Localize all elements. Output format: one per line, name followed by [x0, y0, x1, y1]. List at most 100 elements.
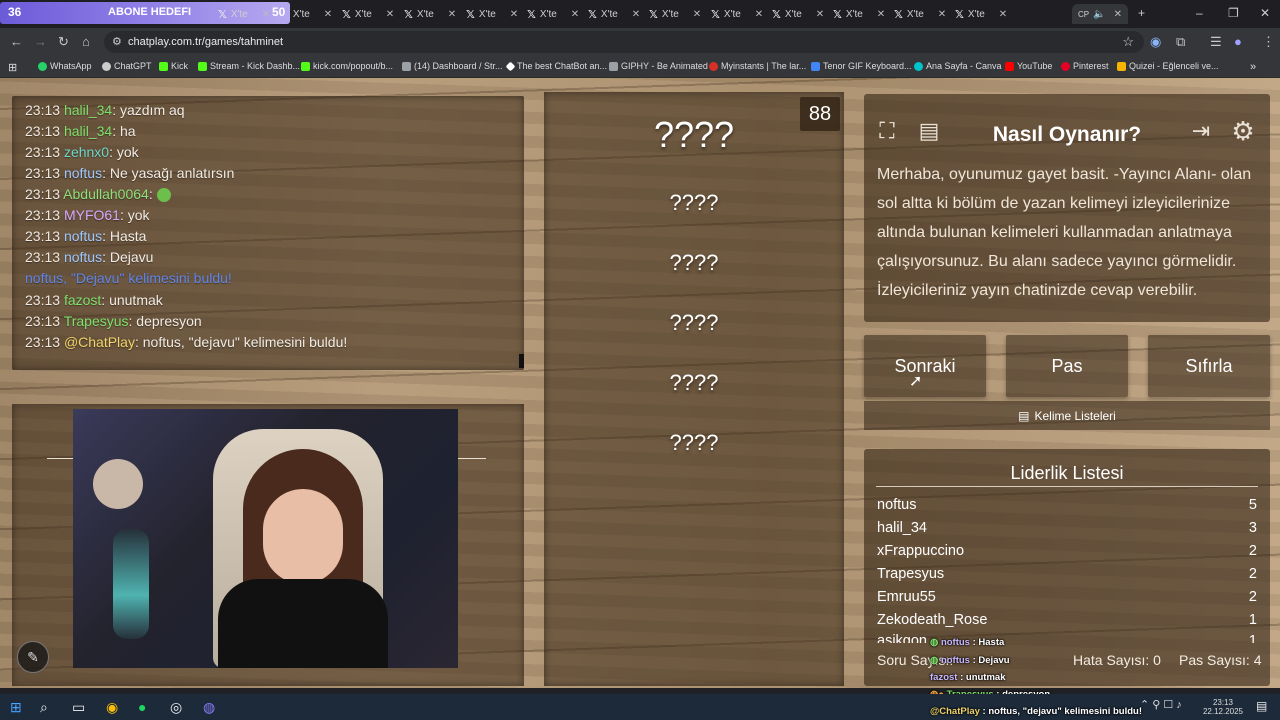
- bookmark-item[interactable]: Tenor GIF Keyboard...: [811, 61, 912, 71]
- home-icon[interactable]: ⌂: [82, 34, 90, 49]
- overlay-chat-line: fazost : unutmak: [930, 672, 1006, 683]
- browser-tab-bar: 36 ABONE HEDEFI 50 𝕏X'te✕ 𝕏X'te✕ 𝕏X'te✕ …: [0, 0, 1280, 28]
- bookmark-item[interactable]: GIPHY - Be Animated: [609, 61, 708, 71]
- apps-grid-icon[interactable]: ⊞: [8, 61, 17, 74]
- clock[interactable]: 23:13 22.12.2025: [1198, 698, 1248, 716]
- browser-tab[interactable]: 𝕏X'te✕: [588, 4, 640, 24]
- close-icon[interactable]: ✕: [324, 9, 332, 20]
- search-icon[interactable]: ⌕: [40, 699, 48, 716]
- restore-icon[interactable]: ❐: [1228, 6, 1239, 20]
- close-icon[interactable]: ✕: [262, 9, 270, 20]
- new-tab-icon[interactable]: +: [1138, 6, 1145, 20]
- task-view-icon[interactable]: ▭: [72, 699, 85, 716]
- leaderboard-row: noftus 5: [877, 497, 1257, 513]
- bookmark-item[interactable]: The best ChatBot an...: [505, 61, 607, 71]
- webcam-feed: [73, 409, 458, 668]
- obs-icon[interactable]: ◎: [170, 699, 182, 716]
- extension-icon[interactable]: ◉: [1150, 34, 1161, 50]
- close-icon[interactable]: ✕: [999, 9, 1007, 20]
- next-button[interactable]: Sonraki: [864, 335, 986, 397]
- close-icon[interactable]: ✕: [938, 9, 946, 20]
- bookmark-item[interactable]: kick.com/popout/b...: [301, 61, 393, 71]
- browser-tab[interactable]: 𝕏X'te✕: [955, 4, 1007, 24]
- countdown-timer: 88: [800, 97, 840, 131]
- sub-goal-count: 36: [8, 5, 22, 19]
- windows-start-icon[interactable]: ⊞: [10, 699, 22, 716]
- leaderboard-row: Trapesyus 2: [877, 566, 1257, 582]
- bookmark-item[interactable]: ChatGPT: [102, 61, 152, 71]
- forbidden-word: ????: [669, 370, 719, 395]
- pen-icon: ✎: [27, 648, 39, 665]
- close-icon[interactable]: ✕: [1114, 9, 1122, 20]
- chat-scrollbar[interactable]: [519, 354, 524, 368]
- close-icon[interactable]: ✕: [632, 9, 640, 20]
- active-tab[interactable]: CP 🔈 ✕: [1072, 4, 1128, 24]
- close-icon[interactable]: ✕: [386, 9, 394, 20]
- bookmark-item[interactable]: (14) Dashboard / Str...: [402, 61, 503, 71]
- close-icon[interactable]: ✕: [510, 9, 518, 20]
- menu-kebab-icon[interactable]: ⋮: [1262, 34, 1275, 50]
- chat-message: 23:13 halil_34: yazdım aq: [25, 102, 185, 118]
- minimize-icon[interactable]: –: [1196, 6, 1203, 20]
- overlay-chat-line: ◍ noftus : Hasta: [930, 637, 1005, 648]
- address-bar[interactable]: ⚙ chatplay.com.tr/games/tahminet ☆: [104, 31, 1144, 53]
- browser-tab[interactable]: 𝕏X'te✕: [833, 4, 885, 24]
- close-icon[interactable]: ✕: [571, 9, 579, 20]
- close-icon[interactable]: ✕: [693, 9, 701, 20]
- bookmark-item[interactable]: WhatsApp: [38, 61, 92, 71]
- discord-icon[interactable]: ◍: [203, 699, 215, 716]
- word-lists-button[interactable]: ▤ Kelime Listeleri: [864, 401, 1270, 430]
- browser-tab[interactable]: 𝕏X'te✕: [772, 4, 824, 24]
- reload-icon[interactable]: ↻: [58, 34, 69, 50]
- site-info-icon[interactable]: ⚙: [112, 35, 122, 48]
- bookmark-item[interactable]: Kick: [159, 61, 188, 71]
- back-icon[interactable]: ←: [10, 34, 23, 49]
- forward-icon[interactable]: →: [34, 34, 47, 49]
- notification-icon[interactable]: ▤: [1256, 699, 1267, 713]
- bookmark-item[interactable]: Stream - Kick Dashb...: [198, 61, 300, 71]
- reset-button[interactable]: Sıfırla: [1148, 335, 1270, 397]
- bookmark-item[interactable]: Ana Sayfa - Canva: [914, 61, 1002, 71]
- browser-tab[interactable]: 𝕏X'te✕: [894, 4, 946, 24]
- chrome-icon[interactable]: ◉: [106, 699, 118, 716]
- profile-avatar-icon[interactable]: ●: [1234, 34, 1242, 49]
- microphone: [113, 529, 149, 639]
- forbidden-word: ????: [669, 310, 719, 335]
- bookmark-item[interactable]: YouTube: [1005, 61, 1052, 71]
- bookmark-star-icon[interactable]: ☆: [1122, 34, 1134, 50]
- more-bookmarks-icon[interactable]: »: [1250, 61, 1256, 73]
- forbidden-word: ????: [669, 190, 719, 215]
- close-icon[interactable]: ✕: [877, 9, 885, 20]
- tray-icons[interactable]: ⌃ ⚲ ☐ ♪: [1140, 698, 1182, 711]
- browser-tab[interactable]: 𝕏X'te✕: [218, 4, 270, 24]
- browser-tab[interactable]: 𝕏X'te✕: [280, 4, 332, 24]
- close-icon[interactable]: ✕: [448, 9, 456, 20]
- settings-gear-icon[interactable]: ⚙: [1228, 116, 1258, 146]
- bookmark-item[interactable]: Quizei - Eğlenceli ve...: [1117, 61, 1219, 71]
- browser-tab[interactable]: 𝕏X'te✕: [342, 4, 394, 24]
- bookmark-item[interactable]: Myinstants | The lar...: [709, 61, 806, 71]
- browser-tab[interactable]: 𝕏X'te✕: [466, 4, 518, 24]
- chat-message: 23:13 noftus: Dejavu: [25, 249, 154, 265]
- close-window-icon[interactable]: ✕: [1260, 6, 1270, 20]
- edit-pen-button[interactable]: ✎: [17, 641, 49, 673]
- emote-icon: [156, 188, 171, 203]
- teddy-bear: [93, 459, 143, 509]
- browser-tab[interactable]: 𝕏X'te✕: [527, 4, 579, 24]
- extensions-puzzle-icon[interactable]: ⧉: [1176, 34, 1185, 50]
- badge-icon: ◍: [930, 637, 941, 648]
- pass-button[interactable]: Pas: [1006, 335, 1128, 397]
- browser-tab[interactable]: 𝕏X'te✕: [404, 4, 456, 24]
- browser-tab[interactable]: 𝕏X'te✕: [649, 4, 701, 24]
- x-logo-icon: 𝕏: [955, 7, 964, 21]
- x-logo-icon: 𝕏: [218, 7, 227, 21]
- close-icon[interactable]: ✕: [816, 9, 824, 20]
- browser-tab[interactable]: 𝕏X'te✕: [711, 4, 763, 24]
- tab-search-icon[interactable]: ☰: [1210, 34, 1222, 50]
- x-logo-icon: 𝕏: [894, 7, 903, 21]
- spotify-icon[interactable]: ●: [138, 699, 146, 715]
- how-to-play-text: Merhaba, oyunumuz gayet basit. -Yayıncı …: [877, 166, 1252, 299]
- close-icon[interactable]: ✕: [755, 9, 763, 20]
- bookmark-item[interactable]: Pinterest: [1061, 61, 1109, 71]
- exit-icon[interactable]: ⇥: [1186, 116, 1216, 146]
